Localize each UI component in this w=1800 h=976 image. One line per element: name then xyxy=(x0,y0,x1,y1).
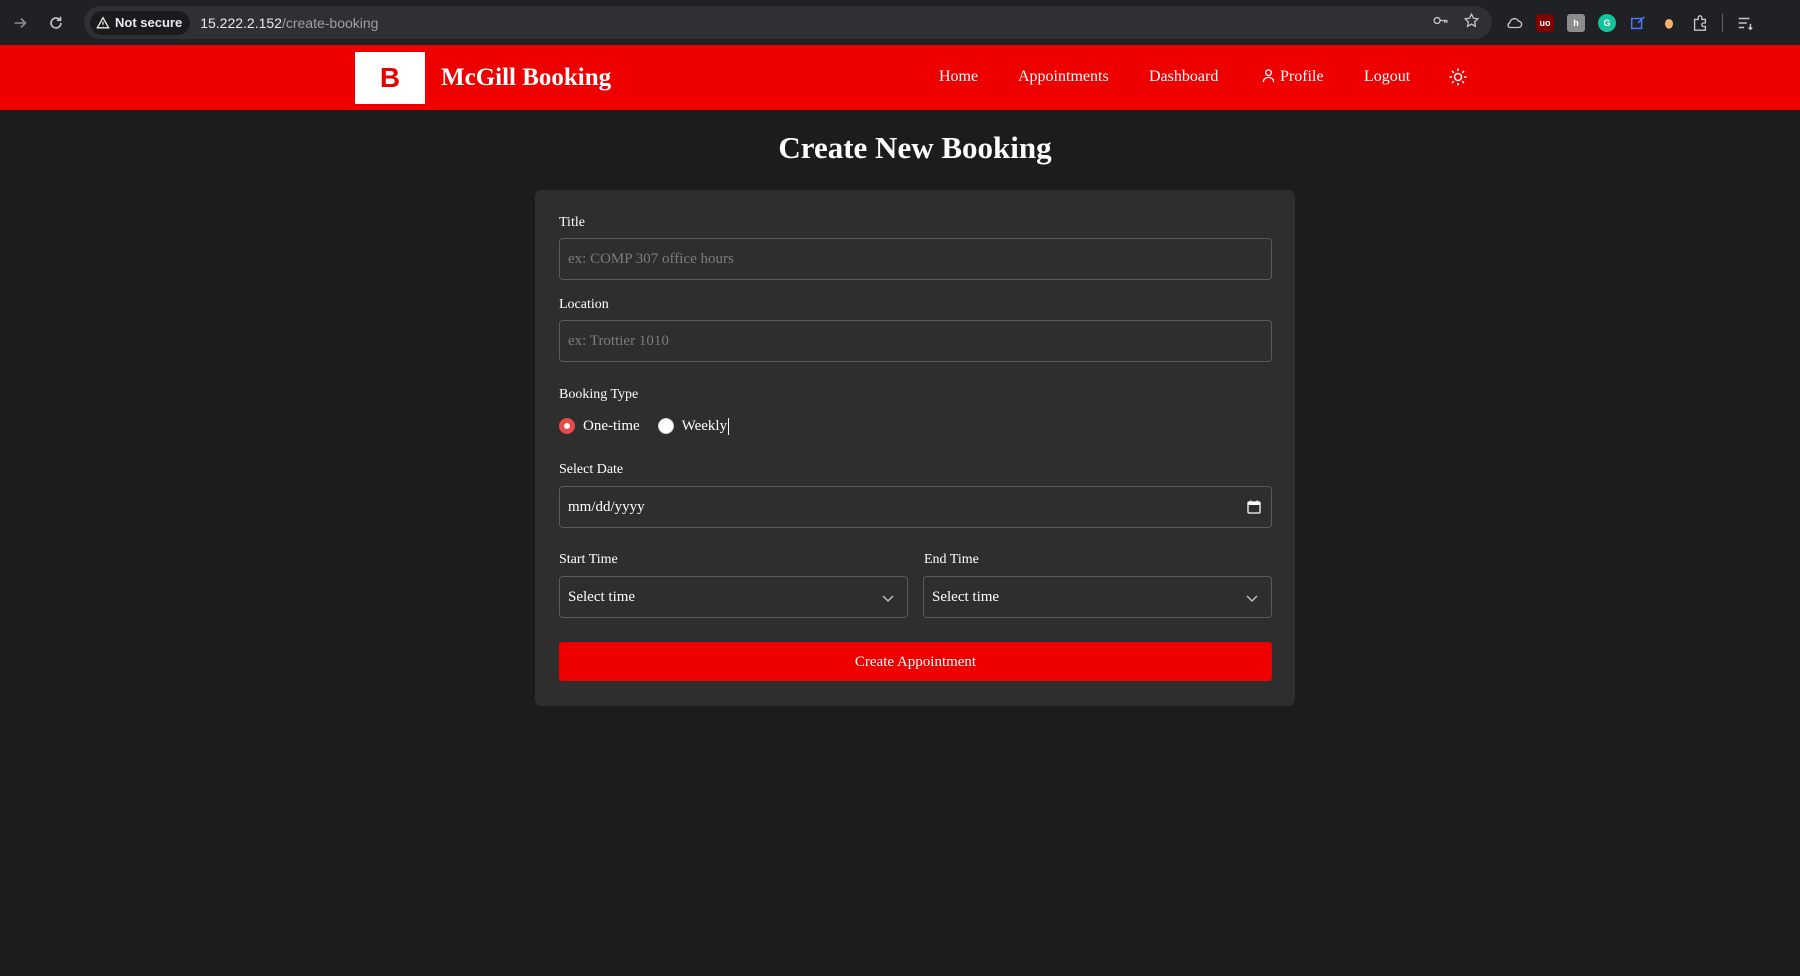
url-host: 15.222.2.152 xyxy=(200,14,282,31)
extension-drop-icon[interactable] xyxy=(1660,14,1678,32)
toolbar-separator xyxy=(1722,13,1723,32)
star-icon[interactable] xyxy=(1463,12,1480,34)
ublock-icon[interactable]: uo xyxy=(1536,13,1554,32)
chevron-down-icon xyxy=(1246,595,1258,603)
url-path: /create-booking xyxy=(281,14,379,31)
end-time-select[interactable]: Select time xyxy=(923,576,1272,618)
extension-edit-icon[interactable] xyxy=(1629,14,1647,32)
start-time-label: Start Time xyxy=(559,552,618,567)
booking-type-label: Booking Type xyxy=(559,387,639,402)
security-chip[interactable]: Not secure xyxy=(90,10,191,35)
extensions-icon[interactable] xyxy=(1691,14,1709,32)
one-time-label[interactable]: One-time xyxy=(583,418,640,435)
security-label: Not secure xyxy=(115,15,183,30)
back-arrow-icon[interactable] xyxy=(6,9,34,37)
page-title: Create New Booking xyxy=(778,130,1052,165)
nav-links: Home Appointments Dashboard Profile Logo… xyxy=(0,45,1800,110)
user-icon xyxy=(1262,69,1275,83)
sun-icon[interactable] xyxy=(1448,67,1468,87)
end-time-label: End Time xyxy=(924,552,979,567)
nav-appointments-link[interactable]: Appointments xyxy=(1018,67,1109,87)
location-label: Location xyxy=(559,297,609,312)
end-time-value: Select time xyxy=(932,588,1000,605)
one-time-radio[interactable] xyxy=(559,418,575,434)
url-text[interactable]: 15.222.2.152/create-booking xyxy=(200,15,378,31)
weekly-radio[interactable] xyxy=(657,418,674,434)
start-time-select[interactable]: Select time xyxy=(559,576,908,618)
title-input[interactable] xyxy=(559,238,1272,280)
warning-icon xyxy=(96,15,110,28)
title-label: Title xyxy=(559,215,585,230)
calendar-icon[interactable] xyxy=(1247,500,1261,514)
site-navbar: B McGill Booking Home Appointments Dashb… xyxy=(0,45,1800,110)
reload-icon[interactable] xyxy=(42,9,70,37)
text-cursor xyxy=(728,417,730,435)
date-input[interactable]: mm/dd/yyyy xyxy=(559,486,1272,528)
create-appointment-button[interactable]: Create Appointment xyxy=(559,642,1272,681)
key-icon[interactable] xyxy=(1432,12,1449,34)
weekly-label[interactable]: Weekly xyxy=(682,418,727,435)
extension-cloud-icon[interactable] xyxy=(1505,14,1523,32)
grammarly-icon[interactable]: G xyxy=(1598,13,1616,32)
address-bar[interactable]: Not secure 15.222.2.152/create-booking xyxy=(84,6,1492,39)
reading-list-icon[interactable] xyxy=(1736,14,1754,32)
select-date-label: Select Date xyxy=(559,462,624,477)
start-time-value: Select time xyxy=(568,588,636,605)
nav-profile-link[interactable]: Profile xyxy=(1261,67,1324,87)
booking-form: Title Location Booking Type One-time Wee… xyxy=(535,190,1295,706)
nav-home-link[interactable]: Home xyxy=(939,67,978,87)
nav-logout-link[interactable]: Logout xyxy=(1364,67,1410,87)
date-value: mm/dd/yyyy xyxy=(568,498,645,515)
booking-type-radios: One-time Weekly xyxy=(559,416,730,436)
nav-dashboard-link[interactable]: Dashboard xyxy=(1149,67,1218,87)
chevron-down-icon xyxy=(882,595,894,603)
extension-h-icon[interactable]: h xyxy=(1567,13,1585,32)
location-input[interactable] xyxy=(559,320,1272,362)
browser-toolbar: Not secure 15.222.2.152/create-booking u… xyxy=(0,0,1800,45)
nav-profile-label: Profile xyxy=(1280,68,1324,85)
